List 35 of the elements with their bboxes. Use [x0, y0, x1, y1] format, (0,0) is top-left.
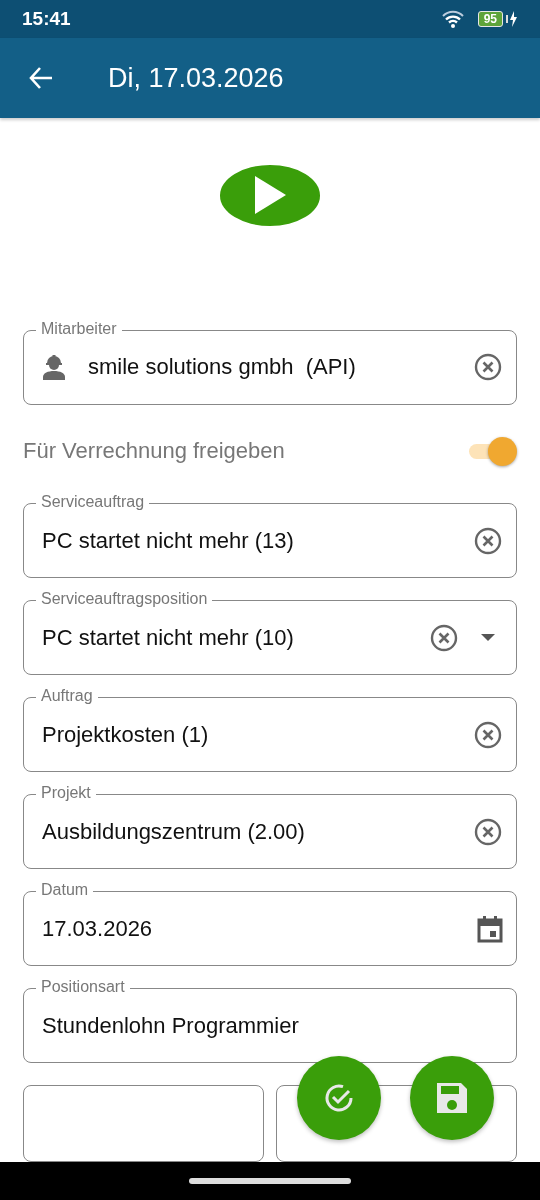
charging-icon	[506, 11, 518, 27]
field-label: Serviceauftrag	[36, 493, 150, 511]
back-arrow-icon	[28, 65, 54, 91]
clear-icon[interactable]	[429, 622, 459, 653]
field-value: Projektkosten (1)	[42, 721, 210, 748]
home-handle[interactable]	[189, 1178, 351, 1184]
status-time: 15:41	[22, 8, 71, 30]
field-label: Serviceauftragsposition	[36, 590, 213, 608]
field-value: PC startet nicht mehr (10)	[42, 624, 295, 651]
battery-level: 95	[477, 11, 503, 27]
toggle-label: Für Verrechnung freigeben	[23, 437, 286, 464]
save-icon	[435, 1081, 469, 1115]
clear-icon[interactable]	[473, 525, 503, 556]
field-value: smile solutions gmbh (API)	[88, 354, 357, 381]
confirm-button[interactable]	[297, 1056, 381, 1140]
play-icon	[253, 175, 287, 216]
field-value: Ausbildungszentrum (2.00)	[42, 818, 306, 845]
field-label: Auftrag	[36, 687, 98, 705]
back-button[interactable]	[28, 65, 54, 91]
worker-icon	[42, 354, 66, 381]
save-button[interactable]	[410, 1056, 494, 1140]
check-circle-icon	[323, 1082, 355, 1114]
field-value: Stundenlohn Programmier	[42, 1012, 300, 1039]
screen-title: Di, 17.03.2026	[108, 62, 284, 94]
field-value: PC startet nicht mehr (13)	[42, 527, 295, 554]
toggle-switch[interactable]	[467, 435, 517, 466]
input-field[interactable]	[23, 1085, 264, 1162]
clear-icon[interactable]	[473, 352, 503, 383]
wifi-icon	[441, 10, 464, 28]
field-label: Projekt	[36, 784, 96, 802]
field-value: 17.03.2026	[42, 915, 154, 942]
calendar-icon[interactable]	[477, 914, 503, 943]
clear-icon[interactable]	[473, 816, 503, 847]
dropdown-icon[interactable]	[481, 633, 495, 642]
clear-icon[interactable]	[473, 719, 503, 750]
